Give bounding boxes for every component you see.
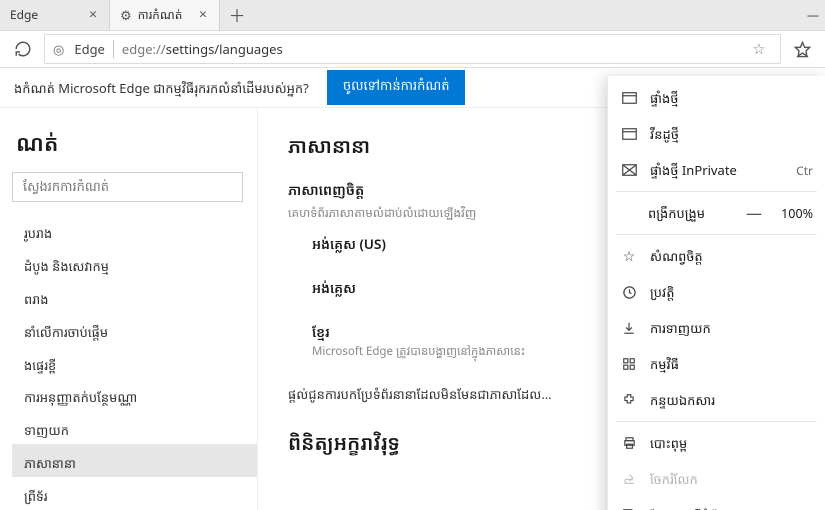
menu-label: បោះពុម្ព — [650, 434, 813, 452]
titlebar: Edge × ⚙ ការកំណត់ × ＋ — — [0, 0, 825, 31]
menu-inprivate[interactable]: ផ្ទាំងថ្មី InPrivate Ctr — [608, 152, 825, 188]
apps-icon — [620, 357, 638, 371]
menu-share: ចែករំលែក — [608, 461, 825, 497]
menu-label: ការទាញយក — [650, 319, 813, 337]
nav-item[interactable]: ទាញយក — [12, 411, 257, 444]
site-identity: Edge — [72, 40, 114, 58]
settings-sidebar: ណត់ រូបរាង ដំបូង និងសេវាកម្ម ពរាង នាំលើក… — [0, 108, 258, 510]
menu-find[interactable]: ស្វែងរកលើទំព័រ — [608, 497, 825, 510]
menu-shortcut: Ctr — [796, 162, 813, 179]
menu-apps[interactable]: កម្មវិធី — [608, 346, 825, 382]
nav-item[interactable]: ដំបូង និងសេវាកម្ម — [12, 247, 257, 280]
zoom-value: 100% — [775, 205, 813, 222]
download-icon — [620, 321, 638, 335]
zoom-out-button[interactable]: — — [741, 202, 767, 224]
menu-extensions[interactable]: កន្ទុយឯកសារ — [608, 382, 825, 418]
nav-item[interactable]: ការអនុញ្ញាតក់បន្ថែមណ្ណា — [12, 378, 257, 411]
menu-label: ប្រវត្តិ — [650, 283, 813, 301]
menu-label: កម្មវិធី — [650, 355, 813, 373]
edge-logo-icon: ◎ — [53, 40, 64, 58]
minimize-button[interactable]: — — [807, 6, 819, 23]
menu-separator — [616, 421, 817, 422]
menu-label: ផ្ទាំងថ្មី — [650, 89, 813, 107]
close-icon[interactable]: × — [197, 5, 209, 24]
favorite-star-icon[interactable]: ☆ — [746, 39, 772, 59]
tab-settings[interactable]: ⚙ ការកំណត់ × — [110, 0, 220, 30]
nav-item[interactable]: ព្រីទ័រ — [12, 477, 257, 510]
new-window-icon — [620, 128, 638, 140]
menu-history[interactable]: ប្រវត្តិ — [608, 274, 825, 310]
extension-icon — [620, 393, 638, 407]
tab-label: ការកំណត់ — [138, 6, 191, 23]
menu-new-tab[interactable]: ផ្ទាំងថ្មី — [608, 80, 825, 116]
menu-label: ចែករំលែក — [650, 470, 813, 488]
search-input[interactable] — [12, 172, 243, 202]
menu-favorites[interactable]: ☆ សំណព្វចិត្ត — [608, 238, 825, 274]
inprivate-icon — [620, 164, 638, 176]
share-icon — [620, 473, 638, 486]
sidebar-title: ណត់ — [16, 128, 253, 158]
tab-strip: Edge × ⚙ ការកំណត់ × ＋ — [0, 0, 254, 30]
banner-cta-button[interactable]: ចូលទៅកាន់ការកំណត់ — [327, 70, 466, 105]
url-text: edge://settings/languages — [122, 40, 738, 58]
settings-nav: រូបរាង ដំបូង និងសេវាកម្ម ពរាង នាំលើការចា… — [12, 214, 257, 510]
nav-item[interactable]: នាំលើការចាប់ផ្ដើម — [12, 313, 257, 346]
reload-button[interactable] — [8, 34, 38, 64]
nav-item-languages[interactable]: ភាសានានា — [12, 444, 257, 477]
app-menu: ផ្ទាំងថ្មី វីនដូថ្មី ផ្ទាំងថ្មី InPrivat… — [607, 76, 825, 510]
new-tab-button[interactable]: ＋ — [220, 0, 254, 30]
menu-new-window[interactable]: វីនដូថ្មី — [608, 116, 825, 152]
print-icon — [620, 436, 638, 450]
menu-label: ផ្ទាំងថ្មី InPrivate — [650, 161, 784, 179]
window-icon — [620, 92, 638, 104]
nav-item[interactable]: រូបរាង — [12, 214, 257, 247]
menu-separator — [616, 191, 817, 192]
menu-separator — [616, 234, 817, 235]
menu-label: ស្វែងរកលើទំព័រ — [650, 506, 813, 510]
menu-label: សំណព្វចិត្ត — [650, 247, 813, 265]
menu-downloads[interactable]: ការទាញយក — [608, 310, 825, 346]
close-icon[interactable]: × — [87, 5, 99, 24]
url-box[interactable]: ◎ Edge edge://settings/languages ☆ — [44, 34, 781, 64]
star-icon: ☆ — [620, 247, 638, 266]
gear-icon: ⚙ — [120, 6, 132, 24]
history-icon — [620, 285, 638, 300]
menu-label: កន្ទុយឯកសារ — [650, 391, 813, 409]
menu-zoom-row: ពង្រីកបង្រួម — 100% — [608, 195, 825, 231]
settings-search — [12, 172, 243, 202]
tab-label: Edge — [10, 6, 81, 23]
nav-item[interactable]: ពរាង — [12, 280, 257, 313]
banner-text: ងកំណត់ Microsoft Edge ជាកម្មវិធីរុករកលំន… — [14, 79, 309, 97]
tab-edge[interactable]: Edge × — [0, 0, 110, 30]
menu-print[interactable]: បោះពុម្ព — [608, 425, 825, 461]
nav-item[interactable]: ងផ្ទេរខ្ពី — [12, 346, 257, 379]
window-controls: — — [807, 0, 819, 30]
favorites-bar-button[interactable] — [787, 34, 817, 64]
address-bar: ◎ Edge edge://settings/languages ☆ — [0, 31, 825, 69]
zoom-label: ពង្រីកបង្រួម — [620, 204, 733, 222]
menu-label: វីនដូថ្មី — [650, 125, 813, 143]
